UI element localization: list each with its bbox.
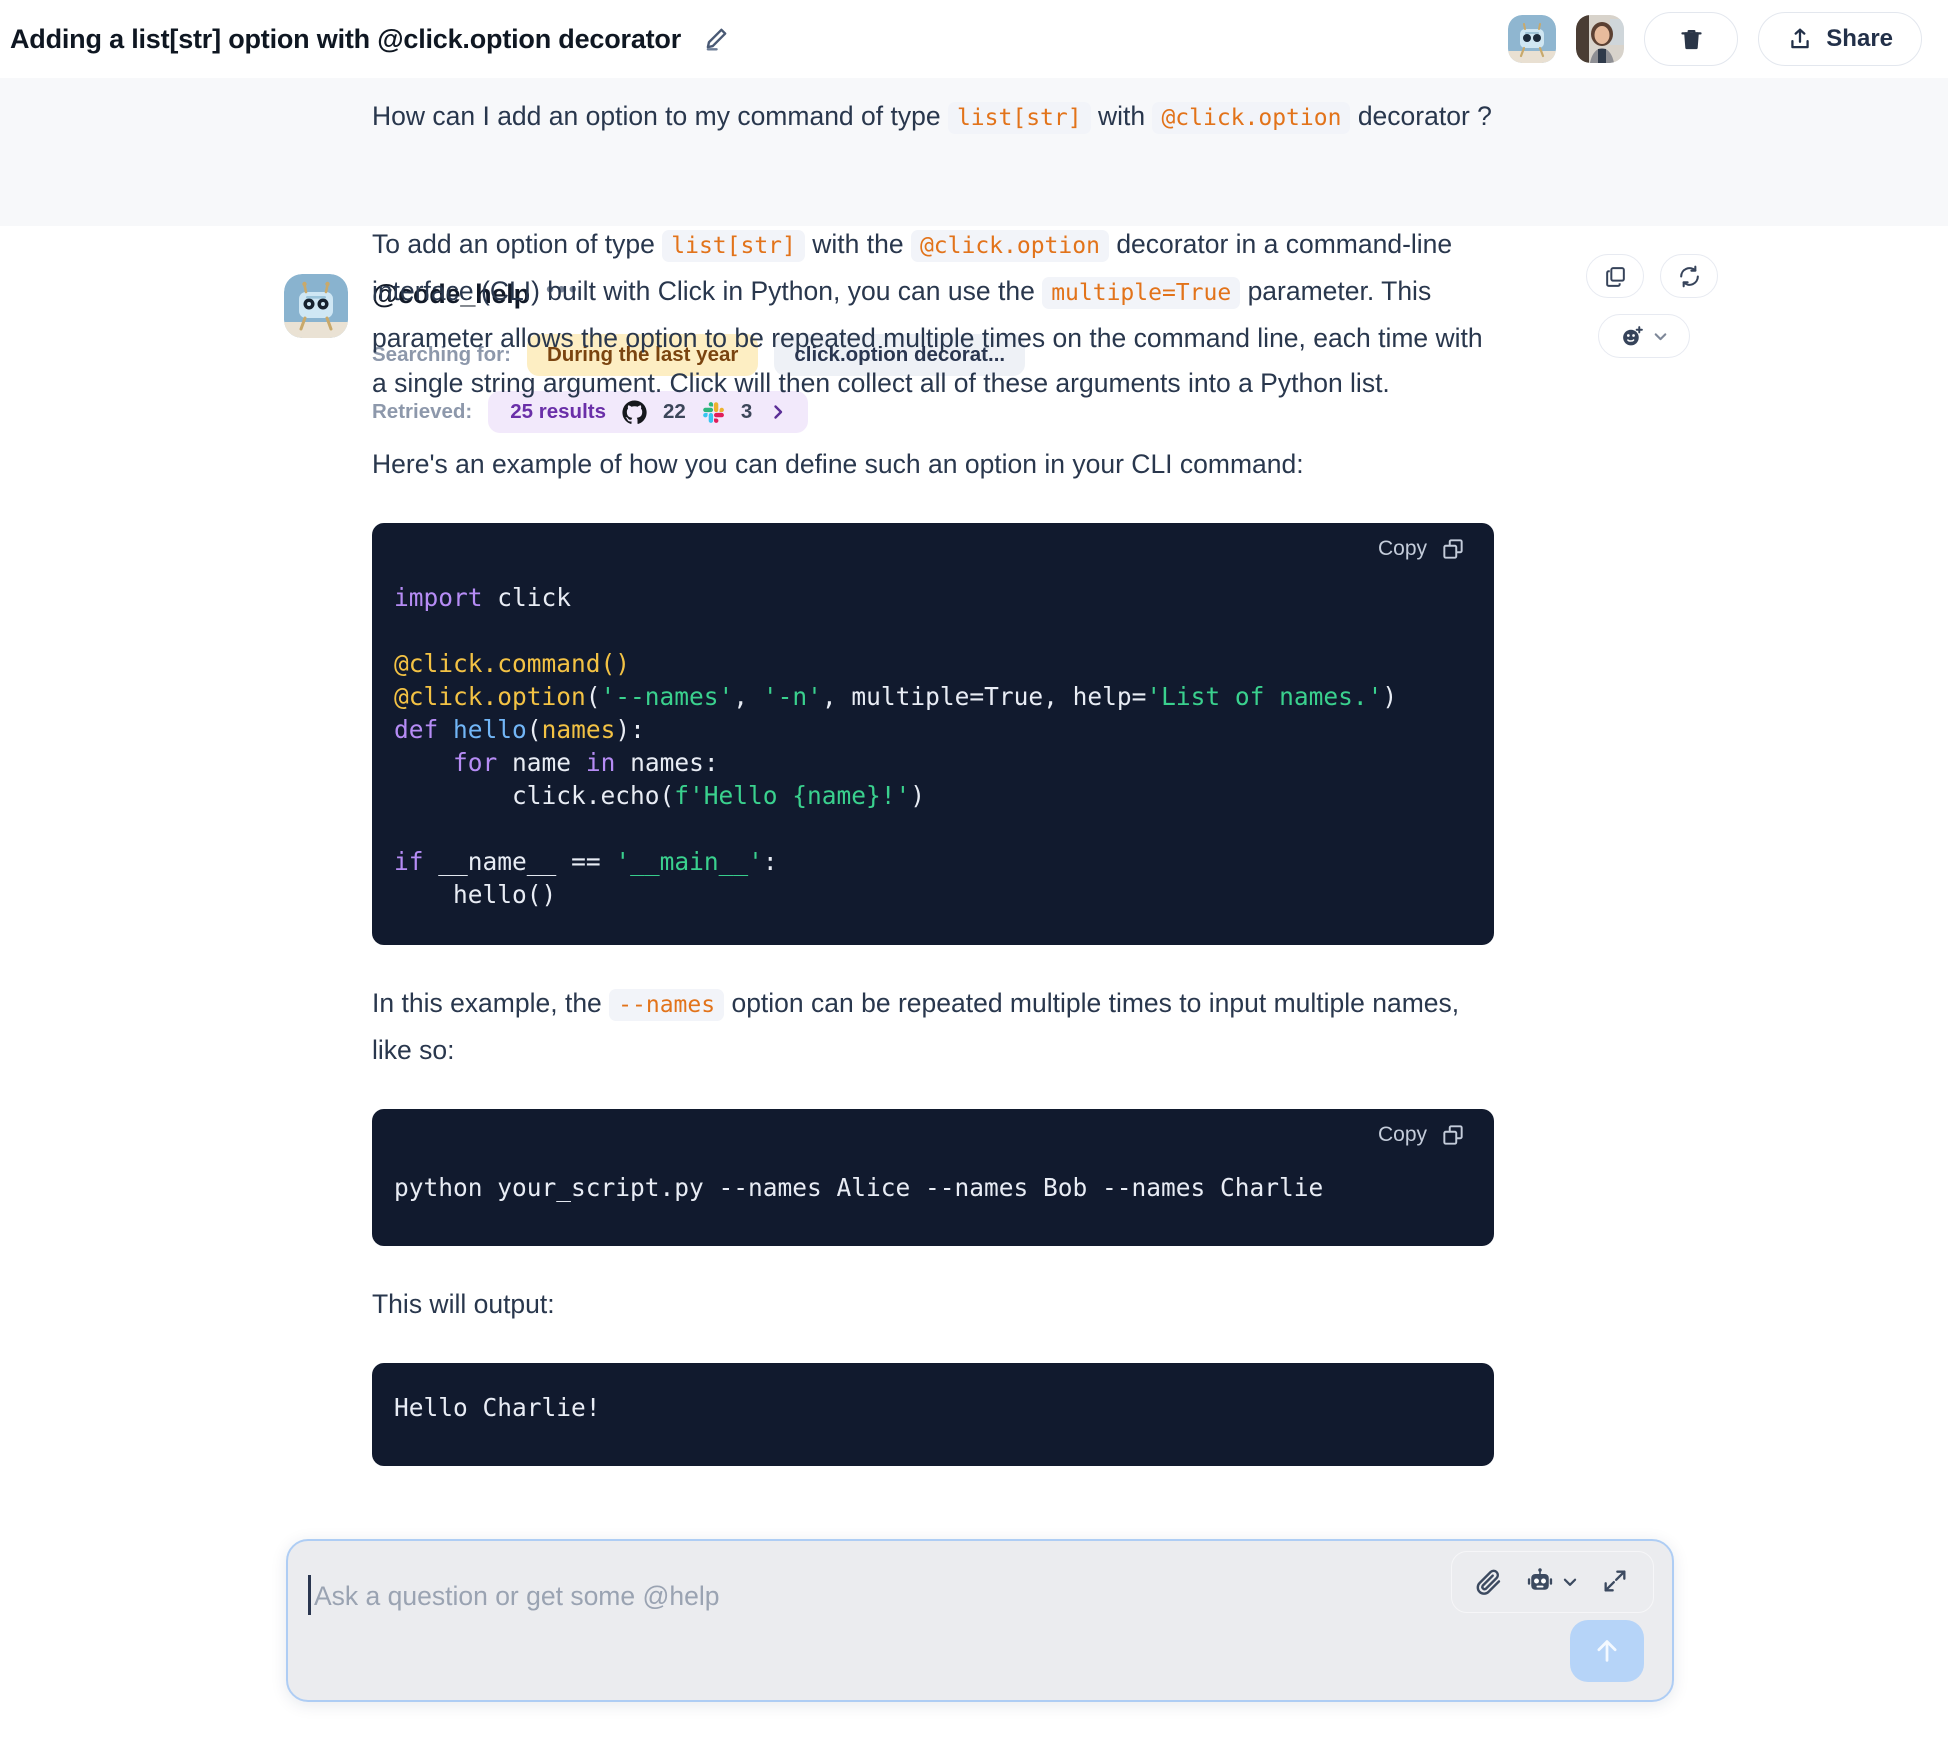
code-block-output: Hello Charlie! [372,1363,1494,1466]
copy-icon[interactable] [1440,1122,1466,1148]
copy-code-label-2[interactable]: Copy [1378,1123,1427,1147]
inline-code-names-flag: --names [609,989,725,1021]
bot-avatar[interactable] [1508,15,1557,63]
code-block-python: Copy import click @click.command() @clic… [372,523,1494,945]
inline-code-list-str: list[str] [947,102,1091,134]
p1-t1: To add an option of type [372,229,663,259]
arrow-up-icon [1592,1636,1622,1666]
copy-code-label[interactable]: Copy [1378,537,1427,561]
page-title: Adding a list[str] option with @click.op… [10,23,682,54]
code-content-output: Hello Charlie! [394,1393,601,1422]
copy-icon [1603,264,1628,289]
paperclip-icon[interactable] [1474,1567,1504,1597]
top-bar: Adding a list[str] option with @click.op… [0,0,1948,78]
chat-page: Adding a list[str] option with @click.op… [0,0,1948,1738]
p3-t1: In this example, the [372,988,610,1018]
top-bar-actions: Share [1508,12,1948,66]
user-text-3: decorator ? [1350,101,1492,131]
share-label: Share [1826,25,1893,52]
message-composer[interactable]: Ask a question or get some @help [286,1539,1674,1702]
p1-t2: with the [804,229,911,259]
copy-icon[interactable] [1440,536,1466,562]
refresh-icon [1677,264,1702,289]
chevron-down-icon [1652,328,1669,345]
inline-code-click-option: @click.option [1152,102,1351,134]
paragraph-2: Here's an example of how you can define … [372,449,1304,479]
pencil-icon[interactable] [703,26,729,52]
add-reaction-icon [1620,324,1645,349]
robot-icon [1526,1567,1556,1597]
user-text-1: How can I add an option to my command of… [372,101,948,131]
agent-action-buttons [1586,254,1718,298]
paragraph-4: This will output: [372,1289,555,1319]
paragraph-1: To add an option of type list[str] with … [372,222,1494,406]
regenerate-button[interactable] [1660,254,1718,298]
code-block-header: Copy [372,523,1494,575]
expand-diagonal-icon[interactable] [1601,1567,1631,1597]
response-body: To add an option of type list[str] with … [372,222,1494,1466]
code-block-shell: Copy python your_script.py --names Alice… [372,1109,1494,1246]
copy-response-button[interactable] [1586,254,1644,298]
inline-code-list-str-2: list[str] [662,230,805,262]
send-button[interactable] [1570,1620,1644,1682]
code-content-shell: python your_script.py --names Alice --na… [394,1173,1324,1202]
user-avatar[interactable] [1576,15,1625,63]
user-text-2: with [1090,101,1153,131]
delete-button[interactable] [1644,12,1739,66]
trash-icon [1678,26,1705,53]
upload-share-icon [1787,26,1813,52]
inline-code-multiple-true: multiple=True [1042,277,1241,309]
composer-tools [1451,1551,1654,1613]
title-group: Adding a list[str] option with @click.op… [0,24,729,55]
code-content-python: import click @click.command() @click.opt… [394,583,1398,909]
user-message: How can I add an option to my command of… [372,94,1512,140]
agent-picker[interactable] [1526,1567,1579,1597]
chevron-down-icon [1561,1573,1579,1591]
agent-avatar[interactable] [284,274,348,338]
inline-code-click-option-2: @click.option [910,230,1109,262]
share-button[interactable]: Share [1758,12,1922,66]
code-block-header-2: Copy [372,1109,1494,1161]
add-reaction-button[interactable] [1598,314,1690,358]
paragraph-3: In this example, the --names option can … [372,981,1494,1073]
